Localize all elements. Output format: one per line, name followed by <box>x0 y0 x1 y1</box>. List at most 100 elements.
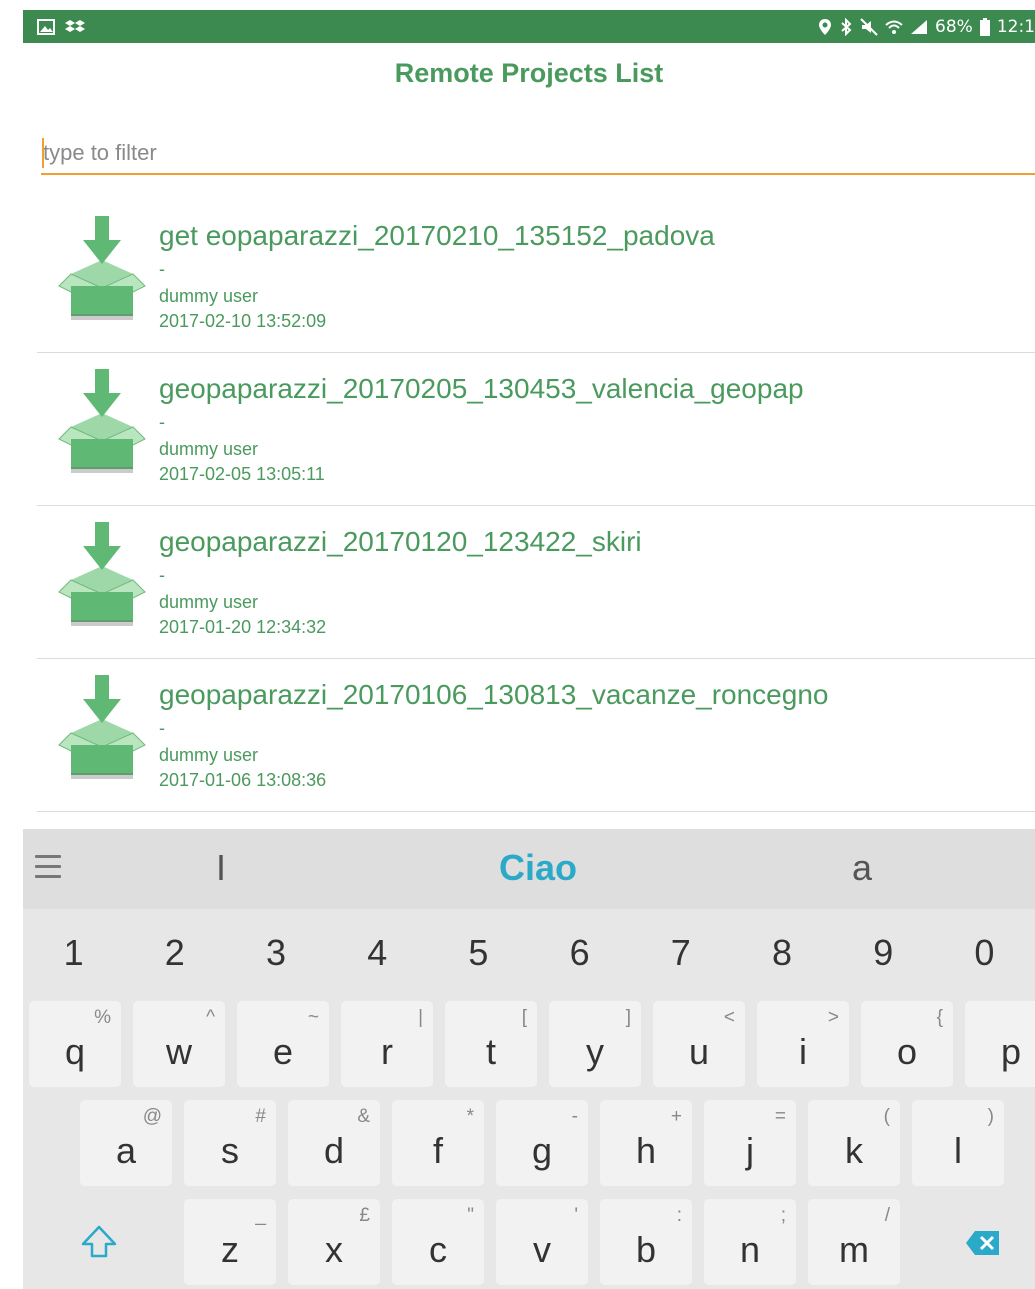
key-label: k <box>845 1130 863 1171</box>
key-alt-label: * <box>466 1106 474 1127</box>
key-6[interactable]: 6 <box>529 909 630 997</box>
key-alt-label: - <box>571 1106 578 1127</box>
suggestion-bar: I Ciao a <box>23 829 1035 909</box>
battery-icon <box>979 17 990 36</box>
dropbox-icon <box>65 19 85 35</box>
key-f[interactable]: * f <box>392 1100 484 1186</box>
list-item[interactable]: geopaparazzi_20170205_130453_valencia_ge… <box>37 353 1035 506</box>
key-alt-label: & <box>357 1106 370 1127</box>
key-1[interactable]: 1 <box>23 909 124 997</box>
key-4[interactable]: 4 <box>327 909 428 997</box>
key-alt-label: ^ <box>206 1007 215 1028</box>
clock: 12:1 <box>996 16 1035 37</box>
key-o[interactable]: {o <box>861 1001 953 1087</box>
filter-field[interactable] <box>41 134 1035 175</box>
key-8[interactable]: 8 <box>731 909 832 997</box>
key-label: n <box>739 1229 761 1270</box>
backspace-icon[interactable] <box>965 1229 1001 1261</box>
key-7[interactable]: 7 <box>630 909 731 997</box>
key-alt-label: " <box>467 1205 474 1226</box>
key-label: r <box>381 1031 393 1072</box>
key-k[interactable]: (k <box>808 1100 900 1186</box>
project-name: geopaparazzi_20170205_130453_valencia_ge… <box>159 373 804 404</box>
bluetooth-icon <box>839 17 853 36</box>
key-c[interactable]: " c <box>392 1199 484 1285</box>
key-alt-label: ; <box>780 1205 786 1226</box>
key-label: z <box>221 1229 239 1270</box>
project-name: get eopaparazzi_20170210_135152_padova <box>159 220 715 251</box>
key-alt-label: ~ <box>307 1007 319 1028</box>
key-u[interactable]: < u <box>653 1001 745 1087</box>
shift-icon[interactable] <box>79 1224 119 1264</box>
project-description: - <box>159 259 165 279</box>
menu-icon[interactable] <box>35 855 61 885</box>
battery-percent: 68% <box>935 16 973 37</box>
key-alt-label: _ <box>255 1205 266 1226</box>
key-alt-label: ] <box>625 1007 631 1028</box>
key-y[interactable]: ] y <box>549 1001 641 1087</box>
key-alt-label: : <box>676 1205 682 1226</box>
key-a[interactable]: @ a <box>80 1100 172 1186</box>
project-date: 2017-01-20 12:34:32 <box>159 617 327 637</box>
key-b[interactable]: :b <box>600 1199 692 1285</box>
filter-input[interactable] <box>41 134 1035 172</box>
key-i[interactable]: > i <box>757 1001 849 1087</box>
key-g[interactable]: -g <box>496 1100 588 1186</box>
key-m[interactable]: / m <box>808 1199 900 1285</box>
project-date: 2017-02-05 13:05:11 <box>159 464 325 484</box>
key-label: a <box>115 1130 137 1171</box>
list-item[interactable]: geopaparazzi_20170106_130813_vacanze_ron… <box>37 659 1035 812</box>
key-v[interactable]: ' v <box>496 1199 588 1285</box>
key-q[interactable]: % q <box>29 1001 121 1087</box>
key-label: q <box>64 1031 86 1072</box>
project-user: dummy user <box>159 286 259 306</box>
download-box-icon <box>57 675 147 785</box>
key-label: u <box>688 1031 710 1072</box>
suggestion-right[interactable]: a <box>852 847 872 889</box>
download-box-icon <box>57 216 147 326</box>
project-user: dummy user <box>159 745 259 765</box>
key-alt-label: @ <box>142 1106 162 1127</box>
key-2[interactable]: 2 <box>124 909 225 997</box>
key-r[interactable]: | r <box>341 1001 433 1087</box>
key-label: h <box>635 1130 657 1171</box>
key-5[interactable]: 5 <box>428 909 529 997</box>
number-row: 1234567890 <box>23 909 1035 997</box>
key-label: o <box>896 1031 918 1072</box>
key-l[interactable]: ) l <box>912 1100 1004 1186</box>
key-x[interactable]: £ x <box>288 1199 380 1285</box>
key-label: j <box>746 1130 754 1171</box>
project-name: geopaparazzi_20170120_123422_skiri <box>159 526 642 557</box>
status-bar: 68% 12:1 <box>23 10 1035 43</box>
key-s[interactable]: # s <box>184 1100 276 1186</box>
key-0[interactable]: 0 <box>934 909 1035 997</box>
location-icon <box>818 18 832 36</box>
key-9[interactable]: 9 <box>833 909 934 997</box>
key-j[interactable]: = j <box>704 1100 796 1186</box>
key-w[interactable]: ^ w <box>133 1001 225 1087</box>
key-t[interactable]: [t <box>445 1001 537 1087</box>
suggestion-left[interactable]: I <box>216 847 226 889</box>
project-name: geopaparazzi_20170106_130813_vacanze_ron… <box>159 679 829 710</box>
image-icon <box>37 18 55 35</box>
key-3[interactable]: 3 <box>225 909 326 997</box>
key-n[interactable]: ; n <box>704 1199 796 1285</box>
page-title: Remote Projects List <box>394 58 664 88</box>
project-user: dummy user <box>159 592 259 612</box>
key-label: y <box>586 1031 604 1072</box>
key-e[interactable]: ~ e <box>237 1001 329 1087</box>
list-item[interactable]: geopaparazzi_20170120_123422_skiri - dum… <box>37 506 1035 659</box>
text-cursor <box>42 138 44 168</box>
project-date: 2017-01-06 13:08:36 <box>159 770 327 790</box>
suggestion-center[interactable]: Ciao <box>499 847 577 889</box>
list-item[interactable]: get eopaparazzi_20170210_135152_padova -… <box>37 200 1035 353</box>
key-alt-label: # <box>255 1106 266 1127</box>
key-alt-label: £ <box>359 1205 370 1226</box>
key-alt-label: { <box>936 1007 943 1028</box>
key-z[interactable]: _ z <box>184 1199 276 1285</box>
key-p[interactable]: }p <box>965 1001 1035 1087</box>
key-d[interactable]: & d <box>288 1100 380 1186</box>
project-date: 2017-02-10 13:52:09 <box>159 311 327 331</box>
key-label: l <box>954 1130 962 1171</box>
key-h[interactable]: + h <box>600 1100 692 1186</box>
